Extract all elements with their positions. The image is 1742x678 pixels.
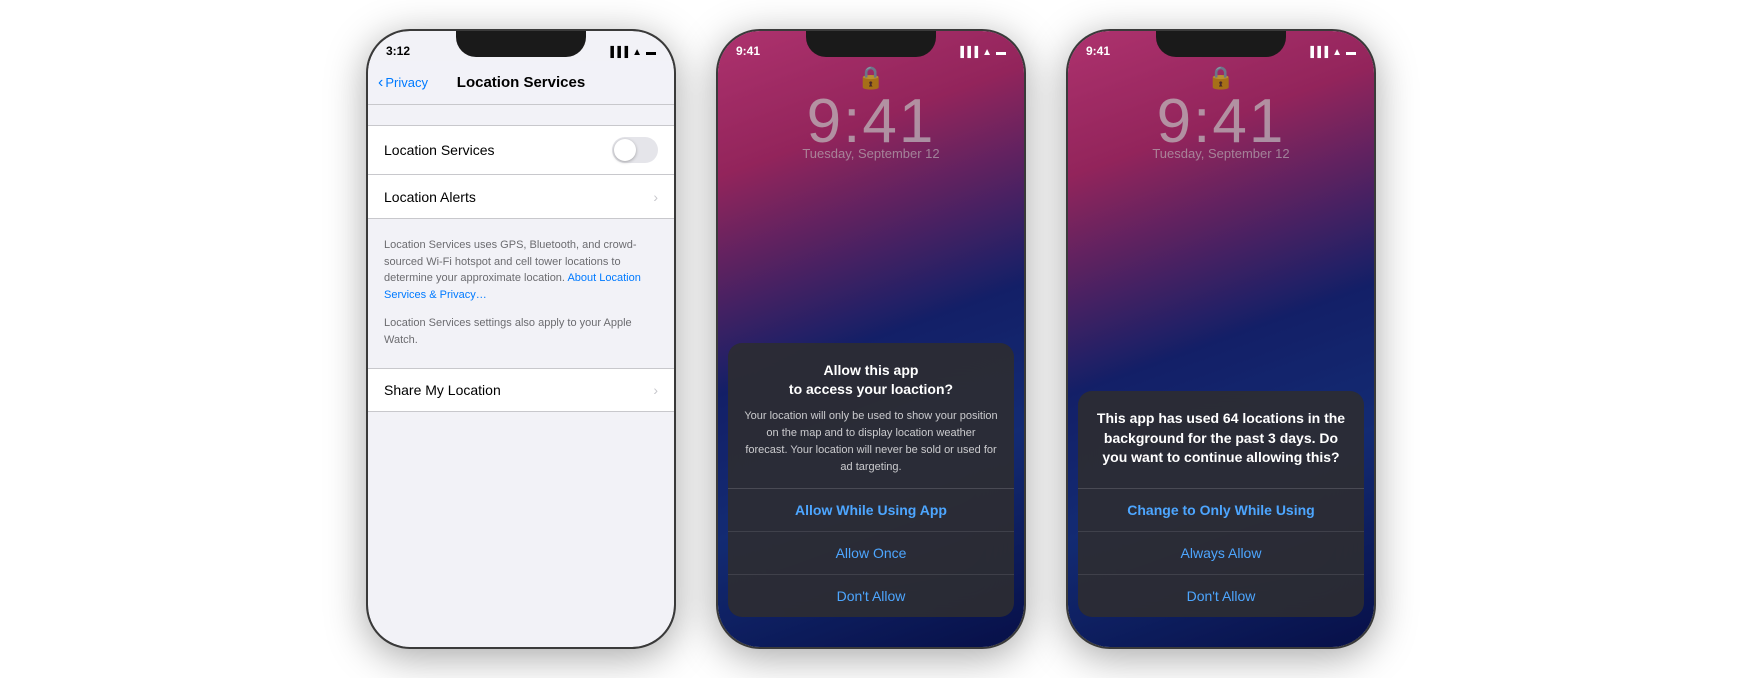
back-chevron-icon: ‹ — [378, 74, 383, 92]
location-alerts-cell[interactable]: Location Alerts › — [368, 175, 674, 219]
phone-dialog-2: 9:41 ▐▐▐ ▲ ▬ 🔒 9:41 Tuesday, September 1… — [1066, 29, 1376, 649]
notch — [456, 31, 586, 57]
location-description: Location Services uses GPS, Bluetooth, a… — [368, 229, 674, 307]
share-location-cell[interactable]: Share My Location › — [368, 368, 674, 412]
settings-screen: 3:12 ▐▐▐ ▲ ▬ ‹ Privacy Location Services… — [368, 31, 674, 647]
status-icons: ▐▐▐ ▲ ▬ — [607, 47, 656, 58]
allow-once-btn[interactable]: Allow Once — [728, 531, 1014, 574]
settings-content: Location Services Location Alerts › Loca… — [368, 105, 674, 647]
location-services-toggle[interactable] — [612, 137, 658, 163]
dialog-title-2: This app has used 64 locations in the ba… — [1094, 409, 1348, 468]
notch-3 — [1156, 31, 1286, 57]
dialog-overlay-1: Allow this appto access your loaction? Y… — [718, 31, 1024, 647]
dialog-box-1: Allow this appto access your loaction? Y… — [728, 343, 1014, 617]
dialog-screen-1: 9:41 ▐▐▐ ▲ ▬ 🔒 9:41 Tuesday, September 1… — [718, 31, 1024, 647]
phone-settings: 3:12 ▐▐▐ ▲ ▬ ‹ Privacy Location Services… — [366, 29, 676, 649]
location-services-cell[interactable]: Location Services — [368, 125, 674, 175]
dialog-message-1: Your location will only be used to show … — [744, 408, 998, 476]
notch-2 — [806, 31, 936, 57]
phone-dialog-1: 9:41 ▐▐▐ ▲ ▬ 🔒 9:41 Tuesday, September 1… — [716, 29, 1026, 649]
signal-icon: ▐▐▐ — [607, 47, 628, 58]
location-alerts-label: Location Alerts — [384, 189, 476, 205]
share-location-group: Share My Location › — [368, 368, 674, 412]
always-allow-btn[interactable]: Always Allow — [1078, 531, 1364, 574]
apple-watch-description: Location Services settings also apply to… — [368, 307, 674, 352]
battery-icon-2: ▬ — [996, 47, 1006, 58]
status-time: 3:12 — [386, 44, 410, 58]
back-label: Privacy — [385, 75, 428, 90]
battery-icon: ▬ — [646, 47, 656, 58]
nav-bar: ‹ Privacy Location Services — [368, 61, 674, 105]
signal-icon-3: ▐▐▐ — [1307, 47, 1328, 58]
dialog-body-2: This app has used 64 locations in the ba… — [1078, 391, 1364, 488]
dialog-title-1: Allow this appto access your loaction? — [744, 361, 998, 400]
status-icons-2: ▐▐▐ ▲ ▬ — [957, 47, 1006, 58]
signal-icon-2: ▐▐▐ — [957, 47, 978, 58]
dont-allow-btn-2[interactable]: Don't Allow — [1078, 574, 1364, 617]
allow-while-using-btn[interactable]: Allow While Using App — [728, 489, 1014, 531]
share-disclosure-icon: › — [653, 382, 658, 398]
wifi-icon: ▲ — [632, 47, 642, 58]
dialog-screen-2: 9:41 ▐▐▐ ▲ ▬ 🔒 9:41 Tuesday, September 1… — [1068, 31, 1374, 647]
dont-allow-btn-1[interactable]: Don't Allow — [728, 574, 1014, 617]
wifi-icon-3: ▲ — [1332, 47, 1342, 58]
dialog-overlay-2: This app has used 64 locations in the ba… — [1068, 31, 1374, 647]
battery-icon-3: ▬ — [1346, 47, 1356, 58]
toggle-knob — [614, 139, 636, 161]
share-location-label: Share My Location — [384, 382, 501, 398]
disclosure-icon: › — [653, 189, 658, 205]
dialog-body-1: Allow this appto access your loaction? Y… — [728, 343, 1014, 488]
dialog-box-2: This app has used 64 locations in the ba… — [1078, 391, 1364, 617]
change-to-only-while-using-btn[interactable]: Change to Only While Using — [1078, 489, 1364, 531]
nav-title: Location Services — [457, 74, 585, 91]
status-icons-3: ▐▐▐ ▲ ▬ — [1307, 47, 1356, 58]
location-services-group: Location Services Location Alerts › — [368, 125, 674, 219]
status-time-3: 9:41 — [1086, 44, 1110, 58]
status-time-2: 9:41 — [736, 44, 760, 58]
dialog-buttons-1: Allow While Using App Allow Once Don't A… — [728, 488, 1014, 617]
dialog-buttons-2: Change to Only While Using Always Allow … — [1078, 488, 1364, 617]
back-button[interactable]: ‹ Privacy — [378, 74, 428, 92]
wifi-icon-2: ▲ — [982, 47, 992, 58]
location-services-label: Location Services — [384, 142, 495, 158]
